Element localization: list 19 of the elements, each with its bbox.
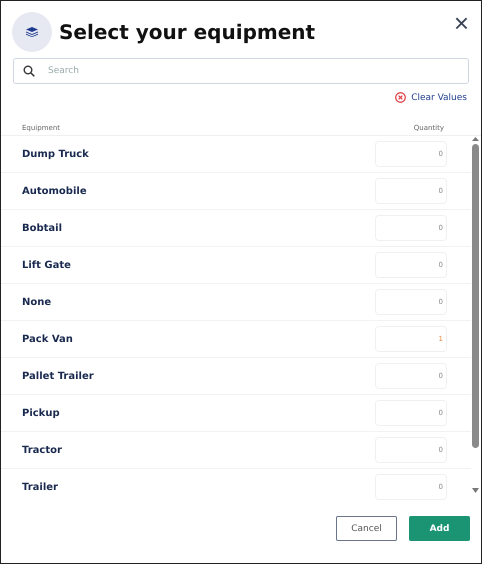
add-button[interactable]: Add xyxy=(409,516,470,541)
clear-values-link[interactable]: Clear Values xyxy=(395,92,467,103)
equipment-name: None xyxy=(22,296,52,308)
equipment-name: Bobtail xyxy=(22,222,62,234)
clear-icon xyxy=(395,92,406,103)
equipment-name: Automobile xyxy=(22,186,87,196)
equipment-name: Pickup xyxy=(22,408,60,418)
layers-icon xyxy=(12,12,52,52)
equipment-name: Dump Truck xyxy=(22,148,89,160)
equipment-name: Lift Gate xyxy=(22,260,71,270)
close-button[interactable]: × xyxy=(454,12,469,34)
search-icon xyxy=(23,65,35,77)
search-field[interactable]: Search xyxy=(13,58,469,84)
equipment-name: Pack Van xyxy=(22,334,73,344)
dialog-title: Select your equipment xyxy=(59,20,316,44)
equipment-name: Pallet Trailer xyxy=(22,370,94,382)
equipment-name: Trailer xyxy=(22,482,58,492)
cancel-button[interactable]: Cancel xyxy=(336,516,397,541)
equipment-name: Tractor xyxy=(22,444,62,456)
